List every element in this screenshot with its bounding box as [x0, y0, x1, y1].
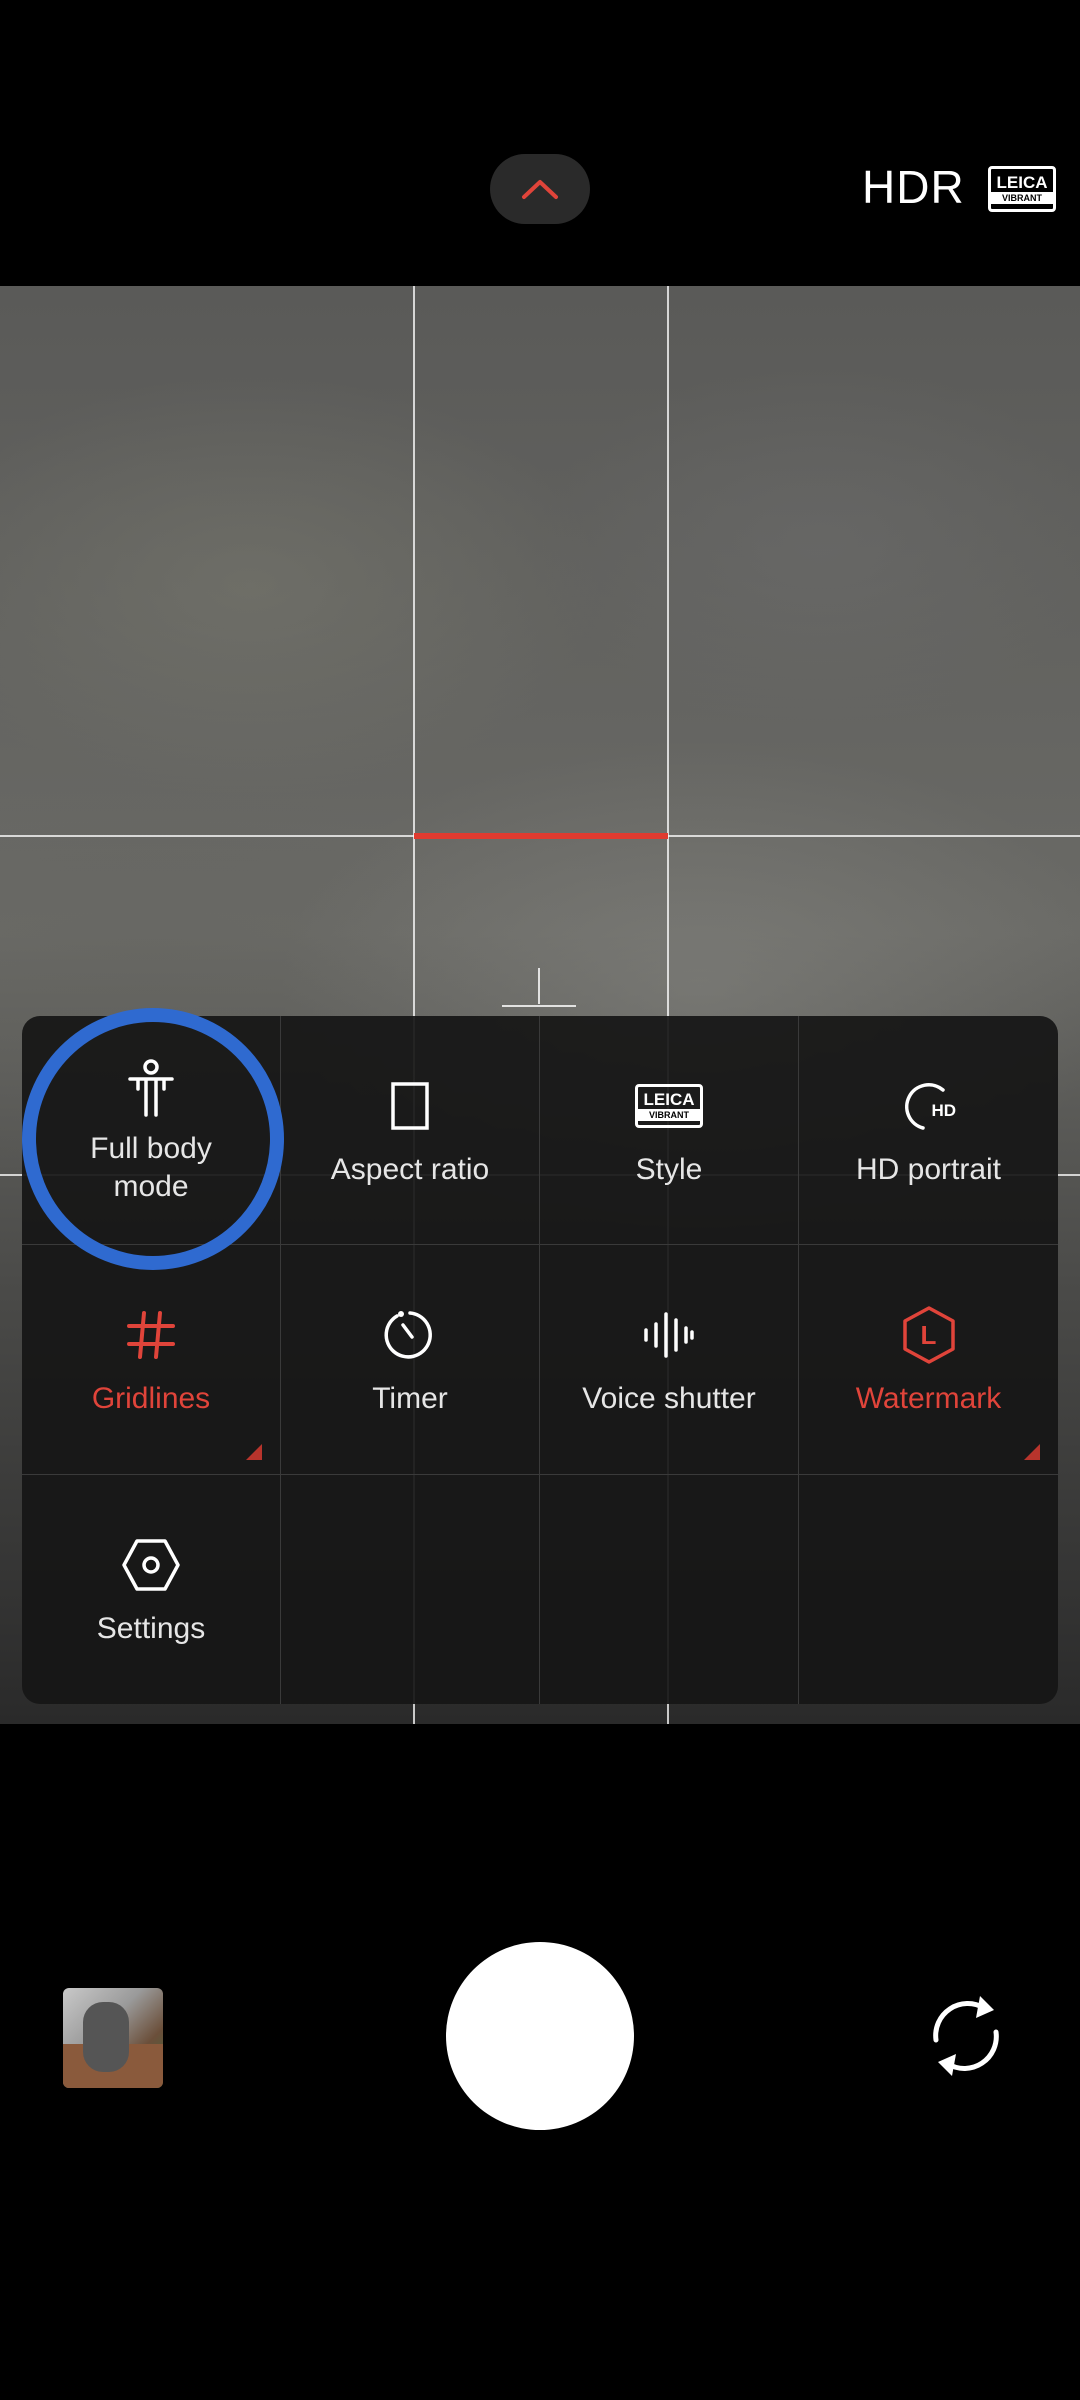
- switch-camera-icon: [933, 1996, 999, 2076]
- empty-cell: [540, 1474, 799, 1704]
- leica-style-icon: LEICA VIBRANT: [635, 1084, 703, 1129]
- empty-cell: [799, 1475, 1058, 1704]
- gridlines-icon: [127, 1311, 175, 1360]
- full-body-mode-label: Full body mode: [90, 1132, 212, 1204]
- expand-menu-button[interactable]: [490, 154, 590, 224]
- gallery-thumbnail[interactable]: [63, 1988, 163, 2088]
- expand-corner-indicator: [246, 1443, 262, 1460]
- aspect-ratio-button[interactable]: Aspect ratio: [281, 1016, 540, 1246]
- chevron-up-icon: [522, 180, 558, 199]
- full-body-icon: [128, 1059, 174, 1117]
- hdr-toggle[interactable]: HDR: [862, 160, 965, 214]
- watermark-badge-text: L: [920, 1319, 937, 1350]
- voice-shutter-icon: [644, 1312, 694, 1359]
- focus-crosshair: [502, 1005, 576, 1007]
- level-indicator: [414, 833, 668, 839]
- timer-icon: [384, 1311, 432, 1360]
- top-bar: HDR LEICA VIBRANT: [0, 0, 1080, 286]
- settings-button[interactable]: Settings: [22, 1474, 281, 1704]
- style-button[interactable]: LEICA VIBRANT Style: [540, 1016, 799, 1246]
- style-icon-brand: LEICA: [643, 1090, 695, 1110]
- settings-icon: [122, 1539, 180, 1591]
- hd-portrait-label: HD portrait: [855, 1153, 1002, 1187]
- expand-corner-indicator: [1024, 1443, 1040, 1460]
- full-body-mode-button[interactable]: Full body mode: [22, 1016, 281, 1246]
- voice-shutter-label: Voice shutter: [582, 1382, 756, 1416]
- watermark-label: Watermark: [855, 1382, 1002, 1416]
- gridlines-label: Gridlines: [91, 1382, 211, 1416]
- shutter-button[interactable]: [446, 1942, 634, 2130]
- focus-crosshair: [538, 968, 540, 1004]
- leica-style-text: VIBRANT: [991, 192, 1053, 204]
- voice-shutter-button[interactable]: Voice shutter: [540, 1245, 799, 1475]
- aspect-ratio-icon: [391, 1082, 429, 1130]
- hd-badge-text: HD: [931, 1101, 957, 1121]
- quick-settings-panel: Full body mode Aspect ratio LEICA VIBRAN…: [22, 1016, 1058, 1704]
- timer-button[interactable]: Timer: [281, 1245, 540, 1475]
- empty-cell: [281, 1474, 540, 1704]
- gridlines-button[interactable]: Gridlines: [22, 1245, 281, 1475]
- style-icon-variant: VIBRANT: [638, 1109, 700, 1122]
- leica-style-toggle[interactable]: LEICA VIBRANT: [988, 166, 1056, 212]
- switch-camera-button[interactable]: [922, 1988, 1010, 2084]
- hd-portrait-button[interactable]: HD HD portrait: [799, 1016, 1058, 1246]
- settings-label: Settings: [96, 1612, 206, 1646]
- watermark-button[interactable]: L Watermark: [799, 1245, 1058, 1475]
- leica-brand-text: LEICA: [996, 173, 1048, 192]
- style-label: Style: [635, 1153, 703, 1187]
- timer-label: Timer: [372, 1382, 448, 1416]
- aspect-ratio-label: Aspect ratio: [330, 1153, 490, 1187]
